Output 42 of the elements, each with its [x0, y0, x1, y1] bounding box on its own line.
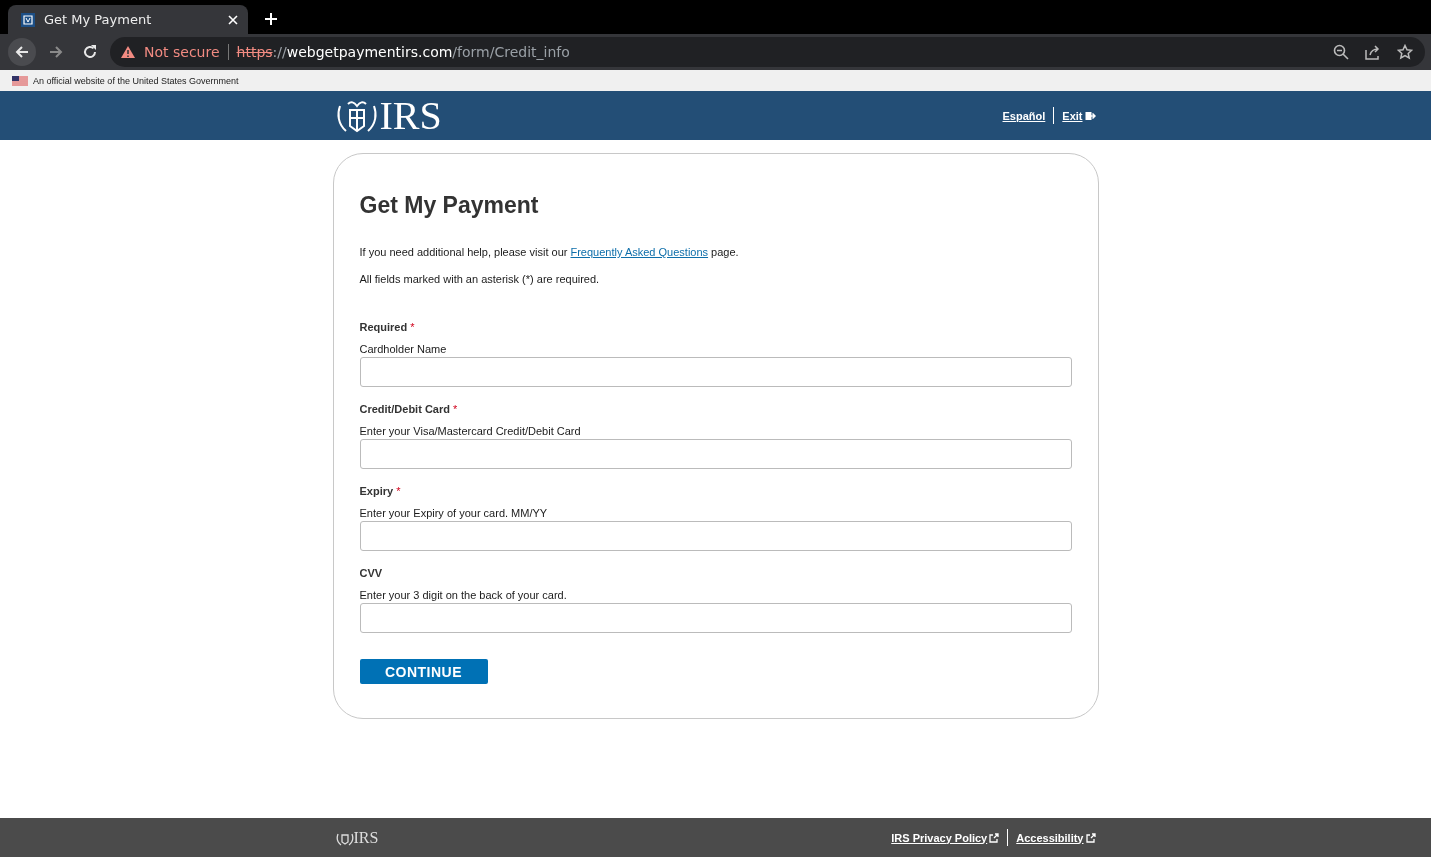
new-tab-icon[interactable]: [264, 12, 278, 26]
exit-link[interactable]: Exit: [1062, 109, 1096, 122]
browser-tab[interactable]: Get My Payment: [8, 5, 248, 34]
zoom-out-icon[interactable]: [1333, 44, 1349, 60]
field-label: Enter your 3 digit on the back of your card.: [359, 589, 568, 601]
share-icon[interactable]: [1365, 44, 1381, 60]
forward-icon[interactable]: [48, 44, 64, 60]
input-field[interactable]: [359, 439, 1072, 469]
irs-logo[interactable]: IRS: [379, 95, 442, 136]
security-status[interactable]: Not secure: [144, 44, 220, 60]
site-icon: [20, 11, 36, 28]
required-note: All fields marked with an asterisk (*) are required.: [359, 273, 601, 285]
banner-text: An official website of the United States Government: [33, 75, 239, 86]
help-text: If you need additional help, please visit our Frequently Asked Questions page.: [359, 246, 740, 258]
footer-link[interactable]: Accessibility: [1016, 831, 1096, 844]
exit-icon: [1084, 110, 1096, 121]
footer-link[interactable]: IRS Privacy Policy: [891, 831, 1000, 844]
field-heading: Credit/Debit Card *: [359, 403, 459, 415]
warning-icon: [120, 45, 136, 59]
field-heading: Expiry *: [359, 485, 402, 497]
external-link-icon: [1085, 832, 1096, 843]
field-label: Cardholder Name: [359, 343, 448, 355]
language-link[interactable]: Español: [1002, 109, 1046, 122]
bookmark-star-icon[interactable]: [1397, 44, 1413, 60]
url-text: https://webgetpaymentirs.com/form/Credit_info: [236, 44, 571, 60]
field-label: Enter your Expiry of your card. MM/YY: [359, 507, 549, 519]
close-icon[interactable]: [228, 14, 238, 25]
us-flag-icon: [12, 75, 28, 86]
reload-icon[interactable]: [82, 44, 98, 60]
irs-logo[interactable]: IRS: [353, 828, 379, 847]
address-bar[interactable]: Not secure https://webgetpaymentirs.com/form/Credit_info: [110, 37, 1425, 67]
input-field[interactable]: [359, 521, 1072, 551]
field-label: Enter your Visa/Mastercard Credit/Debit Card: [359, 425, 582, 437]
external-link-icon: [989, 832, 1000, 843]
continue-button[interactable]: CONTINUE: [359, 659, 488, 684]
back-icon[interactable]: [14, 44, 30, 60]
input-field[interactable]: [359, 603, 1072, 633]
field-heading: CVV: [359, 567, 384, 579]
input-field[interactable]: [359, 357, 1072, 387]
field-heading: Required *: [359, 321, 416, 333]
faq-link[interactable]: Frequently Asked Questions: [570, 246, 709, 258]
page-title: Get My Payment: [359, 192, 540, 219]
